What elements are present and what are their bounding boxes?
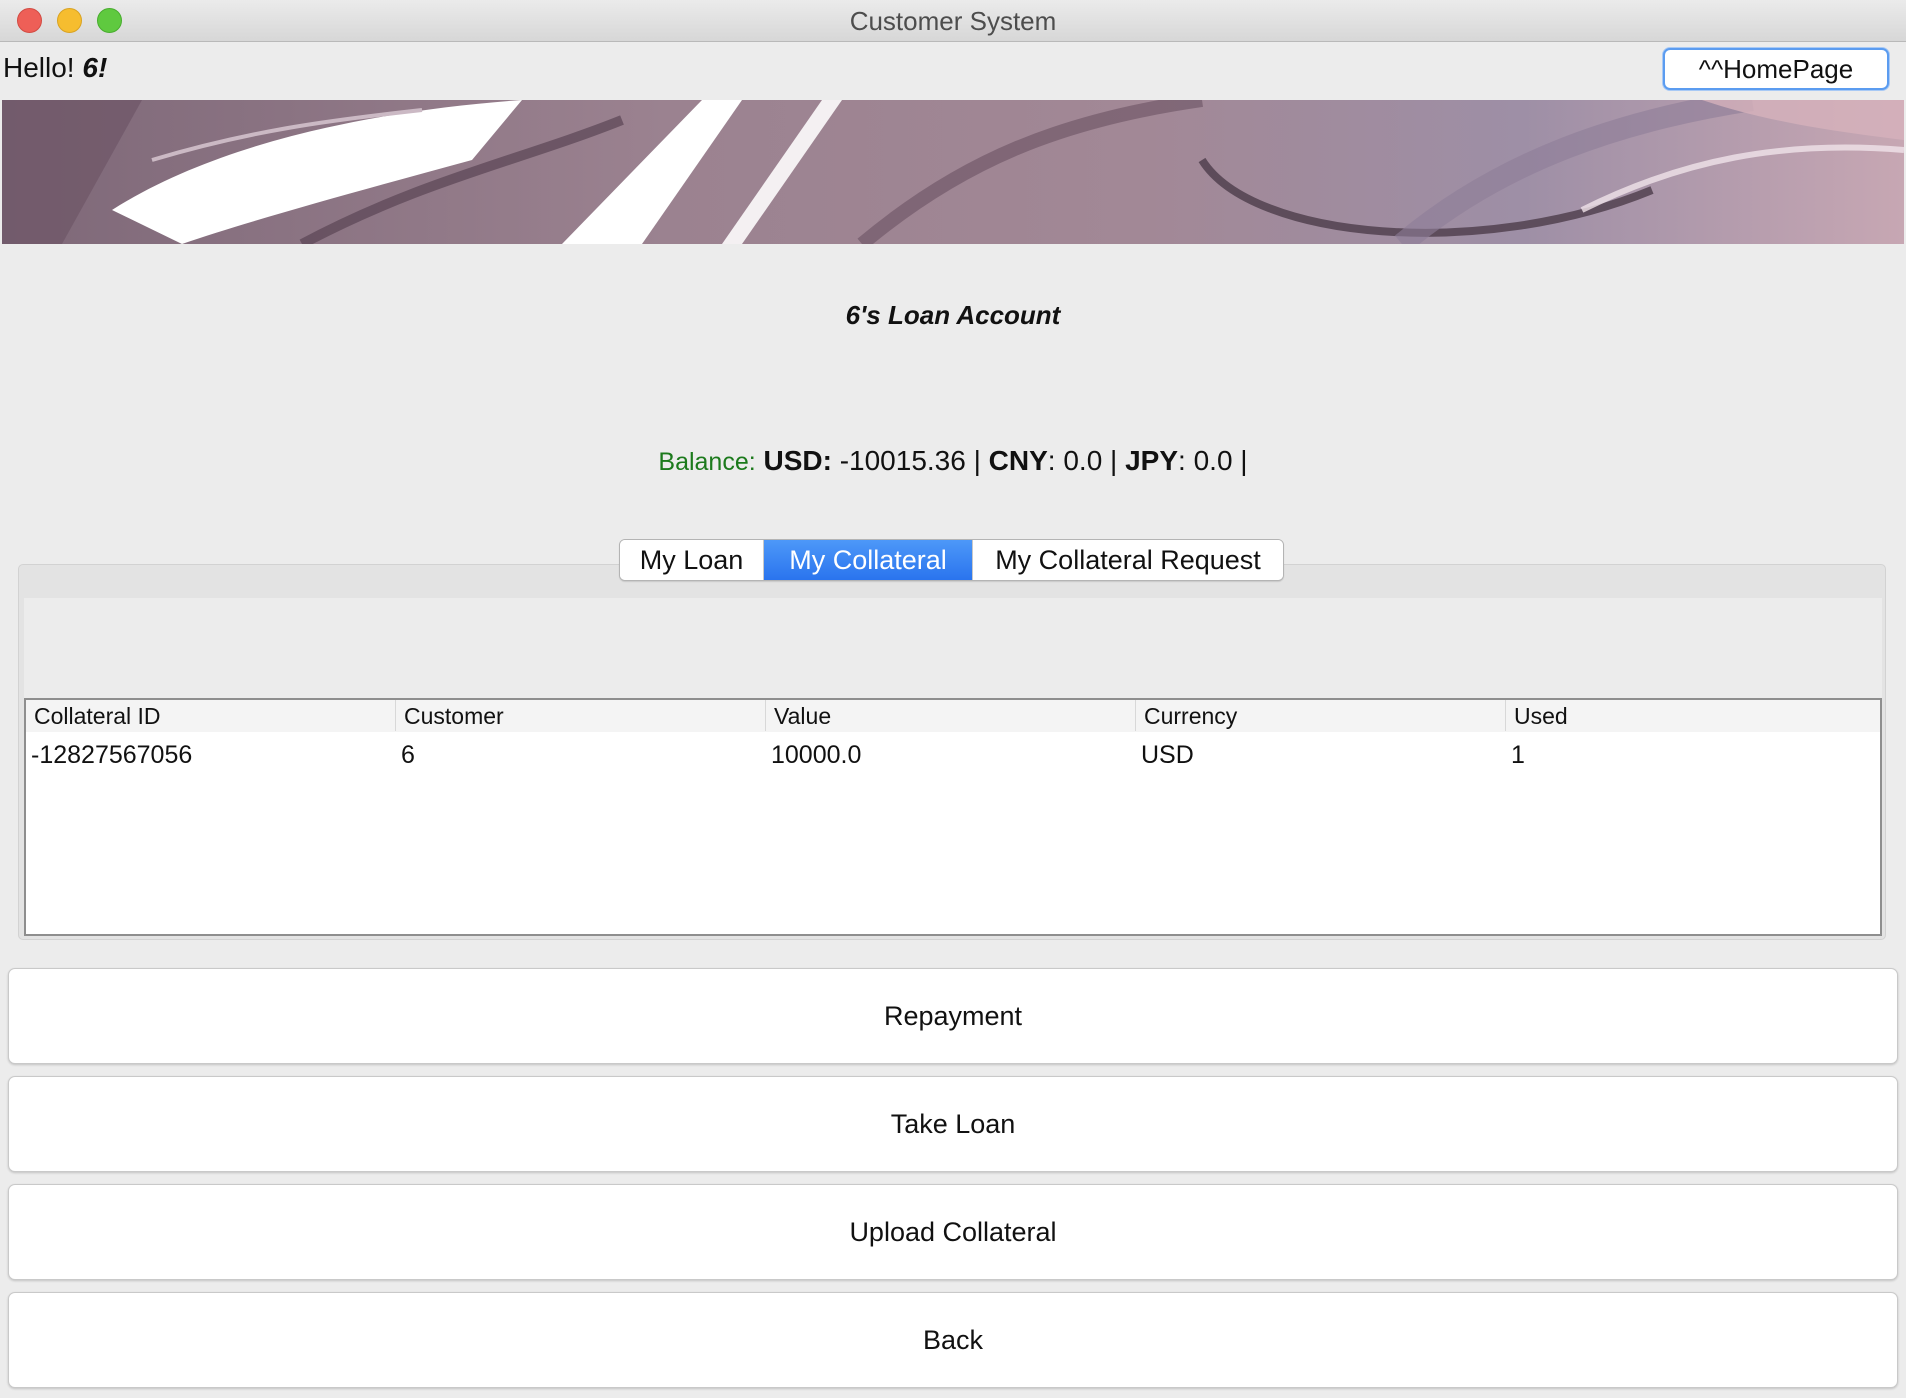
balance-usd-separator: :	[822, 445, 832, 476]
maximize-window-icon[interactable]	[97, 8, 122, 33]
balance-usd-currency: USD	[763, 445, 823, 476]
repayment-button[interactable]: Repayment	[8, 968, 1898, 1064]
balance-cny-currency: CNY	[988, 445, 1048, 476]
cell-currency[interactable]: USD	[1136, 732, 1506, 778]
balance-jpy-amount: 0.0 |	[1185, 445, 1248, 476]
balance-label: Balance:	[658, 448, 756, 476]
column-header-customer[interactable]: Customer	[396, 700, 766, 731]
table-row[interactable]: -12827567056 6 10000.0 USD 1	[26, 732, 1880, 778]
window-title: Customer System	[849, 6, 1057, 36]
greeting: Hello! 6!	[3, 52, 107, 84]
tab-my-collateral-request[interactable]: My Collateral Request	[973, 540, 1283, 580]
cell-collateral-id[interactable]: -12827567056	[26, 732, 396, 778]
upload-collateral-button[interactable]: Upload Collateral	[8, 1184, 1898, 1280]
customer-system-window: Customer System Hello! 6! ^^HomePage 6's…	[0, 0, 1906, 1398]
close-window-icon[interactable]	[17, 8, 42, 33]
back-button[interactable]: Back	[8, 1292, 1898, 1388]
tab-strip: My Loan My Collateral My Collateral Requ…	[619, 539, 1284, 581]
account-title: 6's Loan Account	[845, 300, 1061, 330]
column-header-currency[interactable]: Currency	[1136, 700, 1506, 731]
title-bar: Customer System	[0, 0, 1906, 42]
cell-value[interactable]: 10000.0	[766, 732, 1136, 778]
tab-my-loan[interactable]: My Loan	[620, 540, 764, 580]
cell-used[interactable]: 1	[1506, 732, 1880, 778]
cell-customer[interactable]: 6	[396, 732, 766, 778]
tab-my-collateral[interactable]: My Collateral	[764, 540, 973, 580]
balance-jpy-separator: :	[1178, 445, 1186, 476]
column-header-collateral-id[interactable]: Collateral ID	[26, 700, 396, 731]
balance-jpy-currency: JPY	[1125, 445, 1179, 476]
collateral-table: Collateral ID Customer Value Currency Us…	[24, 698, 1882, 936]
balance-cny-amount: 0.0 |	[1055, 445, 1118, 476]
column-header-used[interactable]: Used	[1506, 700, 1880, 731]
homepage-button[interactable]: ^^HomePage	[1663, 48, 1889, 90]
balance-usd-amount: -10015.36 |	[831, 445, 981, 476]
greeting-prefix: Hello!	[3, 52, 75, 83]
table-header: Collateral ID Customer Value Currency Us…	[26, 700, 1880, 732]
greeting-username: 6!	[82, 52, 108, 83]
balance-cny-separator: :	[1047, 445, 1056, 476]
minimize-window-icon[interactable]	[57, 8, 82, 33]
banner-image	[2, 100, 1904, 244]
column-header-value[interactable]: Value	[766, 700, 1136, 731]
take-loan-button[interactable]: Take Loan	[8, 1076, 1898, 1172]
balance-line: Balance: USD: -10015.36 | CNY: 0.0 | JPY…	[0, 445, 1906, 477]
